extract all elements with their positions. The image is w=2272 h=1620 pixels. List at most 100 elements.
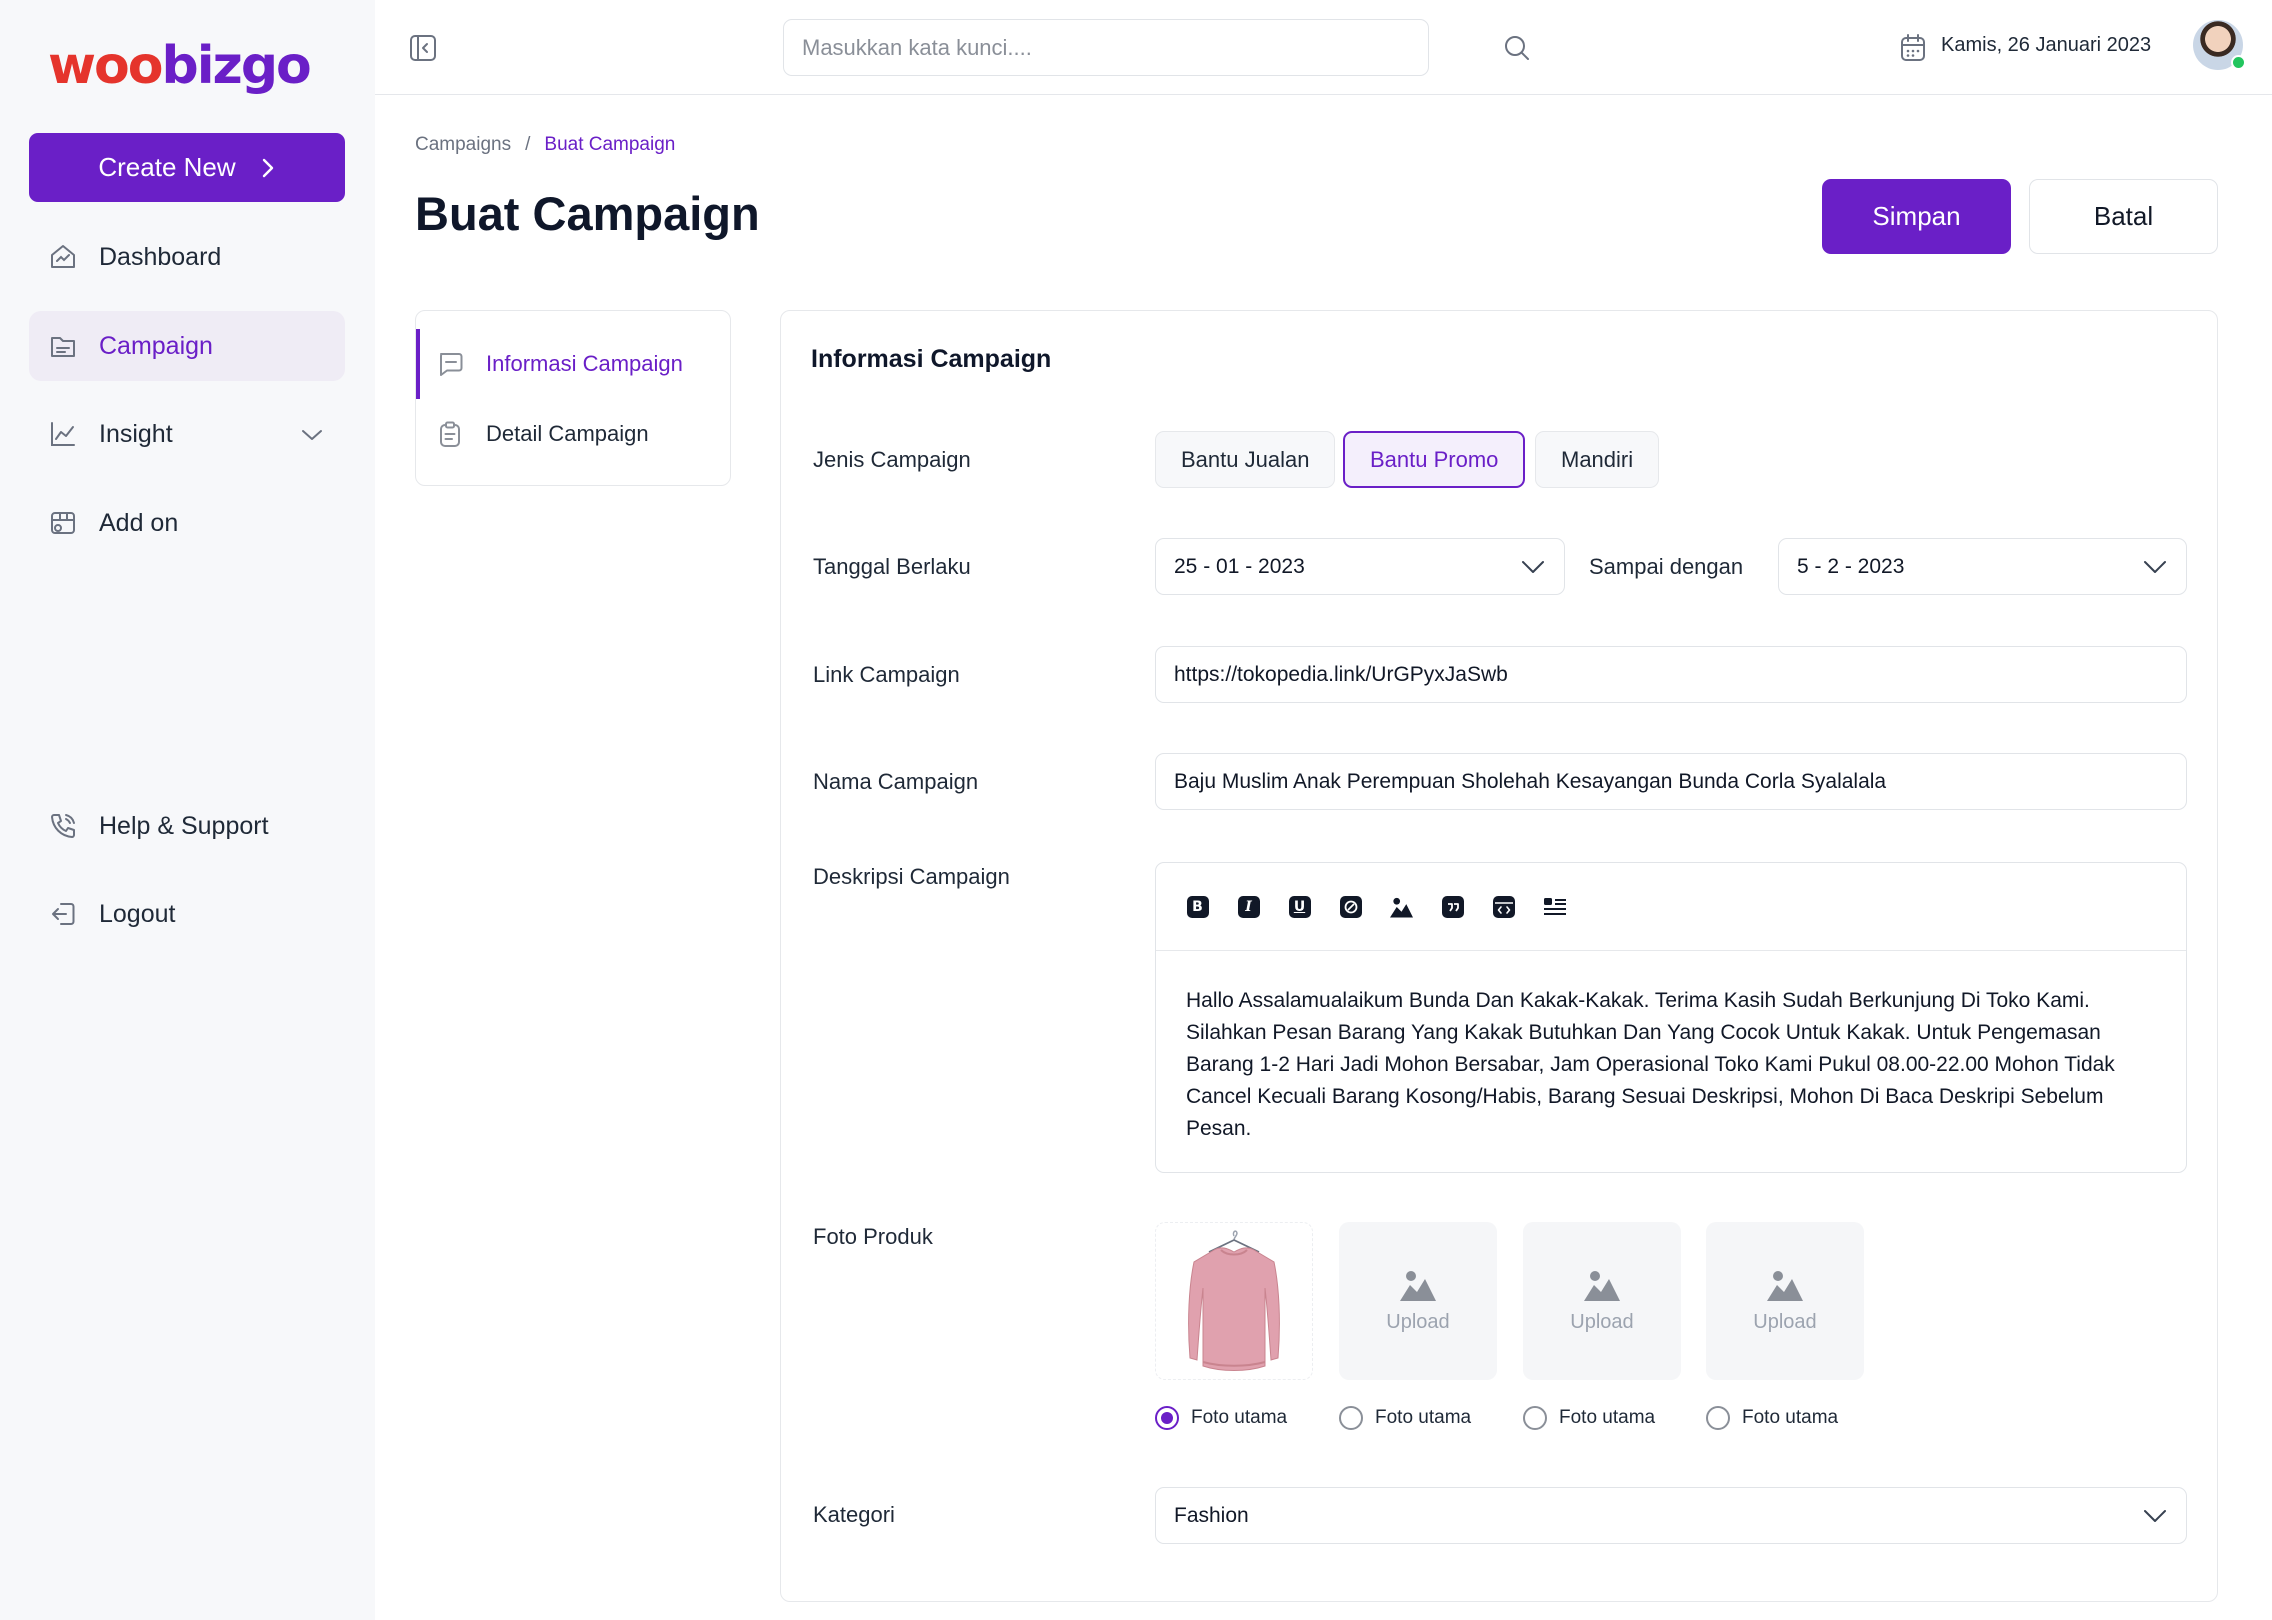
search-input[interactable] [783, 19, 1429, 76]
upload-label: Upload [1570, 1310, 1634, 1333]
quote-icon[interactable] [1441, 895, 1464, 918]
list-icon[interactable] [1543, 895, 1566, 918]
kategori-select[interactable]: Fashion [1155, 1487, 2187, 1544]
dashboard-icon [47, 241, 79, 273]
calendar-icon [1899, 33, 1927, 68]
cancel-button[interactable]: Batal [2029, 179, 2218, 254]
radio-button[interactable] [1523, 1406, 1547, 1430]
form-title: Informasi Campaign [811, 345, 1052, 373]
photo-slot-4[interactable]: Upload [1706, 1222, 1864, 1380]
section-nav: Informasi Campaign Detail Campaign [415, 310, 731, 486]
underline-icon[interactable]: U [1288, 895, 1311, 918]
code-icon[interactable] [1492, 895, 1515, 918]
sidebar-item-label: Campaign [99, 331, 213, 360]
section-item-informasi-campaign[interactable]: Informasi Campaign [416, 329, 730, 399]
chip-bantu-promo[interactable]: Bantu Promo [1343, 431, 1526, 488]
sidebar-item-label: Logout [99, 899, 176, 928]
clipboard-icon [436, 420, 466, 448]
avatar[interactable] [2193, 20, 2246, 70]
chip-mandiri[interactable]: Mandiri [1535, 431, 1660, 488]
link-campaign-value: https://tokopedia.link/UrGPyxJaSwb [1174, 662, 1508, 686]
image-icon[interactable] [1390, 895, 1413, 918]
start-date-value: 25 - 01 - 2023 [1174, 554, 1305, 578]
page-title: Buat Campaign [415, 187, 760, 240]
sampai-dengan-label: Sampai dengan [1589, 554, 1744, 579]
phone-icon [47, 810, 79, 842]
chevron-down-icon [1520, 555, 1546, 585]
chevron-down-icon[interactable] [301, 420, 323, 449]
primary-photo-radio-2[interactable]: Foto utama [1339, 1406, 1471, 1430]
primary-photo-radio-1[interactable]: Foto utama [1155, 1406, 1287, 1430]
product-sweater-image [1188, 1230, 1280, 1371]
sidebar: woobizgo Create New Dashboard Campaign I… [0, 0, 375, 1620]
upload-image-icon [1400, 1270, 1436, 1301]
italic-icon[interactable]: I [1237, 895, 1260, 918]
chevron-right-icon [262, 158, 273, 177]
section-item-label: Detail Campaign [486, 421, 649, 446]
jenis-campaign-label: Jenis Campaign [813, 447, 971, 472]
sidebar-item-label: Insight [99, 419, 173, 448]
logo[interactable]: woobizgo [48, 36, 312, 96]
section-item-detail-campaign[interactable]: Detail Campaign [416, 399, 730, 469]
logout-icon [47, 898, 79, 930]
radio-label: Foto utama [1375, 1407, 1472, 1428]
sidebar-item-label: Help & Support [99, 811, 269, 840]
campaign-form-card: Informasi Campaign Jenis Campaign Bantu … [780, 310, 2218, 1602]
bold-icon[interactable]: B [1186, 895, 1209, 918]
radio-button[interactable] [1706, 1406, 1730, 1430]
rich-text-editor[interactable]: B I U Hallo Assalamualaikum Bunda Dan Ka… [1155, 862, 2187, 1173]
chip-bantu-jualan[interactable]: Bantu Jualan [1155, 431, 1336, 488]
radio-label: Foto utama [1559, 1407, 1656, 1428]
editor-toolbar: B I U [1156, 863, 2186, 951]
sidebar-item-campaign[interactable]: Campaign [29, 311, 345, 381]
sidebar-item-add-on[interactable]: Add on [29, 488, 345, 558]
upload-image-icon [1767, 1270, 1803, 1301]
folder-icon [47, 330, 79, 362]
message-icon [436, 350, 466, 378]
photo-slot-2[interactable]: Upload [1339, 1222, 1497, 1380]
breadcrumb-parent[interactable]: Campaigns [415, 134, 511, 156]
upload-label: Upload [1753, 1310, 1817, 1333]
topbar: Kamis, 26 Januari 2023 [375, 0, 2272, 95]
sidebar-item-help-support[interactable]: Help & Support [29, 791, 345, 861]
sidebar-item-label: Add on [99, 508, 179, 537]
end-date-select[interactable]: 5 - 2 - 2023 [1778, 538, 2187, 595]
save-button[interactable]: Simpan [1822, 179, 2011, 254]
kategori-value: Fashion [1174, 1503, 1249, 1527]
link-icon[interactable] [1339, 895, 1362, 918]
tanggal-berlaku-label: Tanggal Berlaku [813, 554, 971, 579]
primary-photo-radio-4[interactable]: Foto utama [1706, 1406, 1838, 1430]
sidebar-item-dashboard[interactable]: Dashboard [29, 222, 345, 292]
editor-content[interactable]: Hallo Assalamualaikum Bunda Dan Kakak-Ka… [1156, 951, 2186, 1145]
photo-slot-3[interactable]: Upload [1523, 1222, 1681, 1380]
upload-label: Upload [1386, 1310, 1450, 1333]
breadcrumb-current: Buat Campaign [544, 134, 676, 155]
link-campaign-label: Link Campaign [813, 662, 960, 687]
chevron-down-icon [2142, 555, 2168, 585]
nama-campaign-label: Nama Campaign [813, 769, 979, 794]
sidebar-collapse-icon[interactable] [408, 33, 438, 68]
create-new-button[interactable]: Create New [29, 133, 345, 202]
sidebar-item-logout[interactable]: Logout [29, 879, 345, 949]
end-date-value: 5 - 2 - 2023 [1797, 554, 1905, 578]
breadcrumb-separator: / [525, 134, 531, 155]
radio-label: Foto utama [1191, 1407, 1288, 1428]
radio-button[interactable] [1155, 1406, 1179, 1430]
sidebar-item-insight[interactable]: Insight [29, 399, 345, 469]
kategori-label: Kategori [813, 1502, 895, 1527]
current-date: Kamis, 26 Januari 2023 [1941, 34, 2152, 56]
primary-photo-radio-3[interactable]: Foto utama [1523, 1406, 1655, 1430]
radio-button[interactable] [1339, 1406, 1363, 1430]
chart-line-icon [47, 418, 79, 450]
foto-produk-label: Foto Produk [813, 1224, 933, 1249]
start-date-select[interactable]: 25 - 01 - 2023 [1155, 538, 1565, 595]
store-icon [47, 507, 79, 539]
nama-campaign-input[interactable]: Baju Muslim Anak Perempuan Sholehah Kesa… [1155, 753, 2187, 810]
link-campaign-input[interactable]: https://tokopedia.link/UrGPyxJaSwb [1155, 646, 2187, 703]
radio-label: Foto utama [1742, 1407, 1839, 1428]
photo-slot-1[interactable] [1155, 1222, 1313, 1380]
breadcrumb: Campaigns / Buat Campaign [415, 134, 675, 156]
search-icon[interactable] [1503, 34, 1531, 67]
nama-campaign-value: Baju Muslim Anak Perempuan Sholehah Kesa… [1174, 769, 1887, 793]
deskripsi-campaign-label: Deskripsi Campaign [813, 864, 1010, 889]
